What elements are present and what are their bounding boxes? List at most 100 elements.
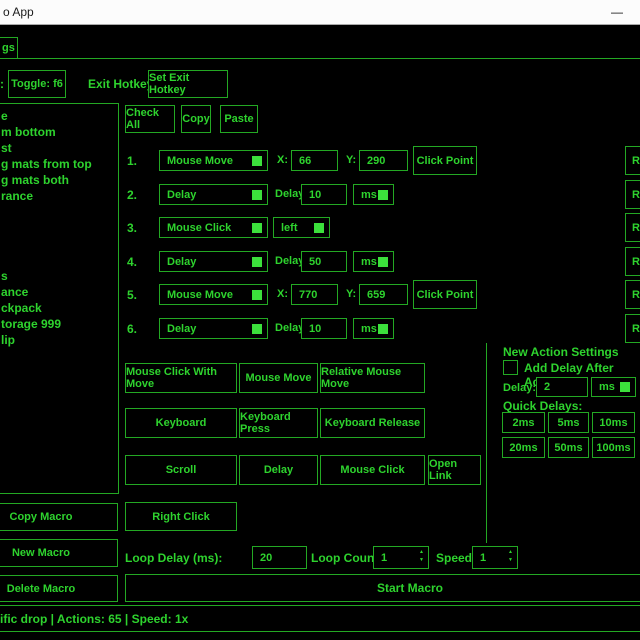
y-input[interactable]: 290	[359, 150, 408, 171]
dropdown-indicator-icon	[252, 190, 262, 200]
y-input[interactable]: 659	[359, 284, 408, 305]
action-type-value: Mouse Move	[167, 155, 233, 167]
x-input[interactable]: 770	[291, 284, 338, 305]
delay-unit-dropdown[interactable]: ms	[353, 251, 394, 272]
macro-list-item[interactable]: torage 999	[1, 316, 116, 332]
quick-delays-label: Quick Delays:	[503, 399, 582, 413]
loop-delay-input[interactable]: 20	[252, 546, 307, 569]
dropdown-indicator-icon	[252, 156, 262, 166]
click-point-button[interactable]: Click Point	[413, 280, 477, 309]
loop-count-label: Loop Count:	[311, 551, 382, 565]
quick-delay-2ms-button[interactable]: 2ms	[502, 412, 545, 433]
new-action-settings-title: New Action Settings	[503, 345, 619, 359]
macro-list-item[interactable]: st	[1, 140, 116, 156]
action-type-dropdown[interactable]: Delay	[159, 184, 268, 205]
action-type-dropdown[interactable]: Mouse Move	[159, 150, 268, 171]
mouse-button-value: left	[281, 222, 298, 234]
loop-count-value: 1	[381, 552, 387, 564]
mouse-click-button[interactable]: Mouse Click	[320, 455, 425, 485]
action-type-value: Mouse Move	[167, 289, 233, 301]
x-input[interactable]: 66	[291, 150, 338, 171]
delay-unit-dropdown[interactable]: ms	[353, 184, 394, 205]
loop-count-spinner[interactable]: 1 ▲▼	[373, 546, 429, 569]
check-all-button[interactable]: Check All	[125, 105, 175, 133]
macro-list-item[interactable]: g mats both	[1, 172, 116, 188]
mouse-move-button[interactable]: Mouse Move	[239, 363, 318, 393]
action-type-dropdown[interactable]: Mouse Click	[159, 217, 268, 238]
window-title: o App	[3, 5, 34, 19]
set-exit-hotkey-button[interactable]: Set Exit Hotkey	[148, 70, 228, 98]
macro-list-item[interactable]	[1, 204, 116, 220]
keyboard-press-button[interactable]: Keyboard Press	[239, 408, 318, 438]
macro-list-item[interactable]: ance	[1, 284, 116, 300]
macro-list-item[interactable]: lip	[1, 332, 116, 348]
macro-list-item[interactable]	[1, 220, 116, 236]
loop-delay-label: Loop Delay (ms):	[125, 551, 222, 565]
macro-list-item[interactable]: e	[1, 108, 116, 124]
macro-list-item[interactable]: rance	[1, 188, 116, 204]
tab-settings[interactable]: gs	[0, 37, 18, 59]
spinner-arrows-icon[interactable]: ▲▼	[508, 550, 513, 563]
add-delay-checkbox[interactable]	[503, 360, 518, 375]
speed-value: 1	[480, 552, 486, 564]
delay-unit-dropdown[interactable]: ms	[353, 318, 394, 339]
new-delay-input[interactable]: 2	[536, 377, 588, 397]
action-index: 5.	[127, 288, 137, 302]
new-macro-button[interactable]: New Macro	[0, 539, 118, 567]
speed-spinner[interactable]: 1 ▲▼	[472, 546, 518, 569]
remove-button[interactable]: R	[625, 314, 640, 343]
delay-unit-value: ms	[361, 256, 377, 268]
relative-mouse-move-button[interactable]: Relative Mouse Move	[320, 363, 425, 393]
spinner-arrows-icon[interactable]: ▲▼	[419, 550, 424, 563]
quick-delay-10ms-button[interactable]: 10ms	[592, 412, 635, 433]
start-macro-button[interactable]: Start Macro	[125, 574, 640, 602]
macro-list-item[interactable]: s	[1, 268, 116, 284]
new-delay-label: Delay:	[503, 382, 536, 394]
y-label: Y:	[346, 288, 356, 300]
mouse-click-with-move-button[interactable]: Mouse Click With Move	[125, 363, 237, 393]
dropdown-indicator-icon	[252, 290, 262, 300]
scroll-button[interactable]: Scroll	[125, 455, 237, 485]
action-index: 3.	[127, 221, 137, 235]
right-click-button[interactable]: Right Click	[125, 502, 237, 531]
action-type-dropdown[interactable]: Mouse Move	[159, 284, 268, 305]
open-link-button[interactable]: Open Link	[428, 455, 481, 485]
dropdown-indicator-icon	[620, 382, 630, 392]
keyboard-button[interactable]: Keyboard	[125, 408, 237, 438]
quick-delay-100ms-button[interactable]: 100ms	[592, 437, 635, 458]
quick-delay-50ms-button[interactable]: 50ms	[548, 437, 589, 458]
delay-input[interactable]: 10	[301, 318, 347, 339]
mouse-button-dropdown[interactable]: left	[273, 217, 330, 238]
macro-list-item[interactable]	[1, 236, 116, 252]
macro-list[interactable]: e m bottom st g mats from top g mats bot…	[0, 103, 119, 494]
action-type-dropdown[interactable]: Delay	[159, 251, 268, 272]
delay-input[interactable]: 10	[301, 184, 347, 205]
toggle-hotkey-button[interactable]: Toggle: f6	[8, 70, 66, 98]
action-type-dropdown[interactable]: Delay	[159, 318, 268, 339]
copy-button[interactable]: Copy	[181, 105, 211, 133]
paste-button[interactable]: Paste	[220, 105, 258, 133]
new-delay-unit-dropdown[interactable]: ms	[591, 377, 636, 397]
keyboard-release-button[interactable]: Keyboard Release	[320, 408, 425, 438]
remove-button[interactable]: R	[625, 180, 640, 209]
macro-list-item[interactable]: m bottom	[1, 124, 116, 140]
remove-button[interactable]: R	[625, 247, 640, 276]
delete-macro-button[interactable]: Delete Macro	[0, 575, 118, 602]
macro-list-item[interactable]: ckpack	[1, 300, 116, 316]
y-label: Y:	[346, 154, 356, 166]
remove-button[interactable]: R	[625, 146, 640, 175]
copy-macro-button[interactable]: Copy Macro	[0, 503, 118, 531]
minimize-icon[interactable]: —	[606, 2, 628, 22]
action-index: 2.	[127, 188, 137, 202]
click-point-button[interactable]: Click Point	[413, 146, 477, 175]
delay-button[interactable]: Delay	[239, 455, 318, 485]
macro-list-item[interactable]	[1, 252, 116, 268]
remove-button[interactable]: R	[625, 213, 640, 242]
dropdown-indicator-icon	[378, 257, 388, 267]
quick-delay-5ms-button[interactable]: 5ms	[548, 412, 589, 433]
delay-input[interactable]: 50	[301, 251, 347, 272]
quick-delay-20ms-button[interactable]: 20ms	[502, 437, 545, 458]
macro-list-item[interactable]: g mats from top	[1, 156, 116, 172]
action-type-value: Delay	[167, 256, 196, 268]
remove-button[interactable]: R	[625, 280, 640, 309]
